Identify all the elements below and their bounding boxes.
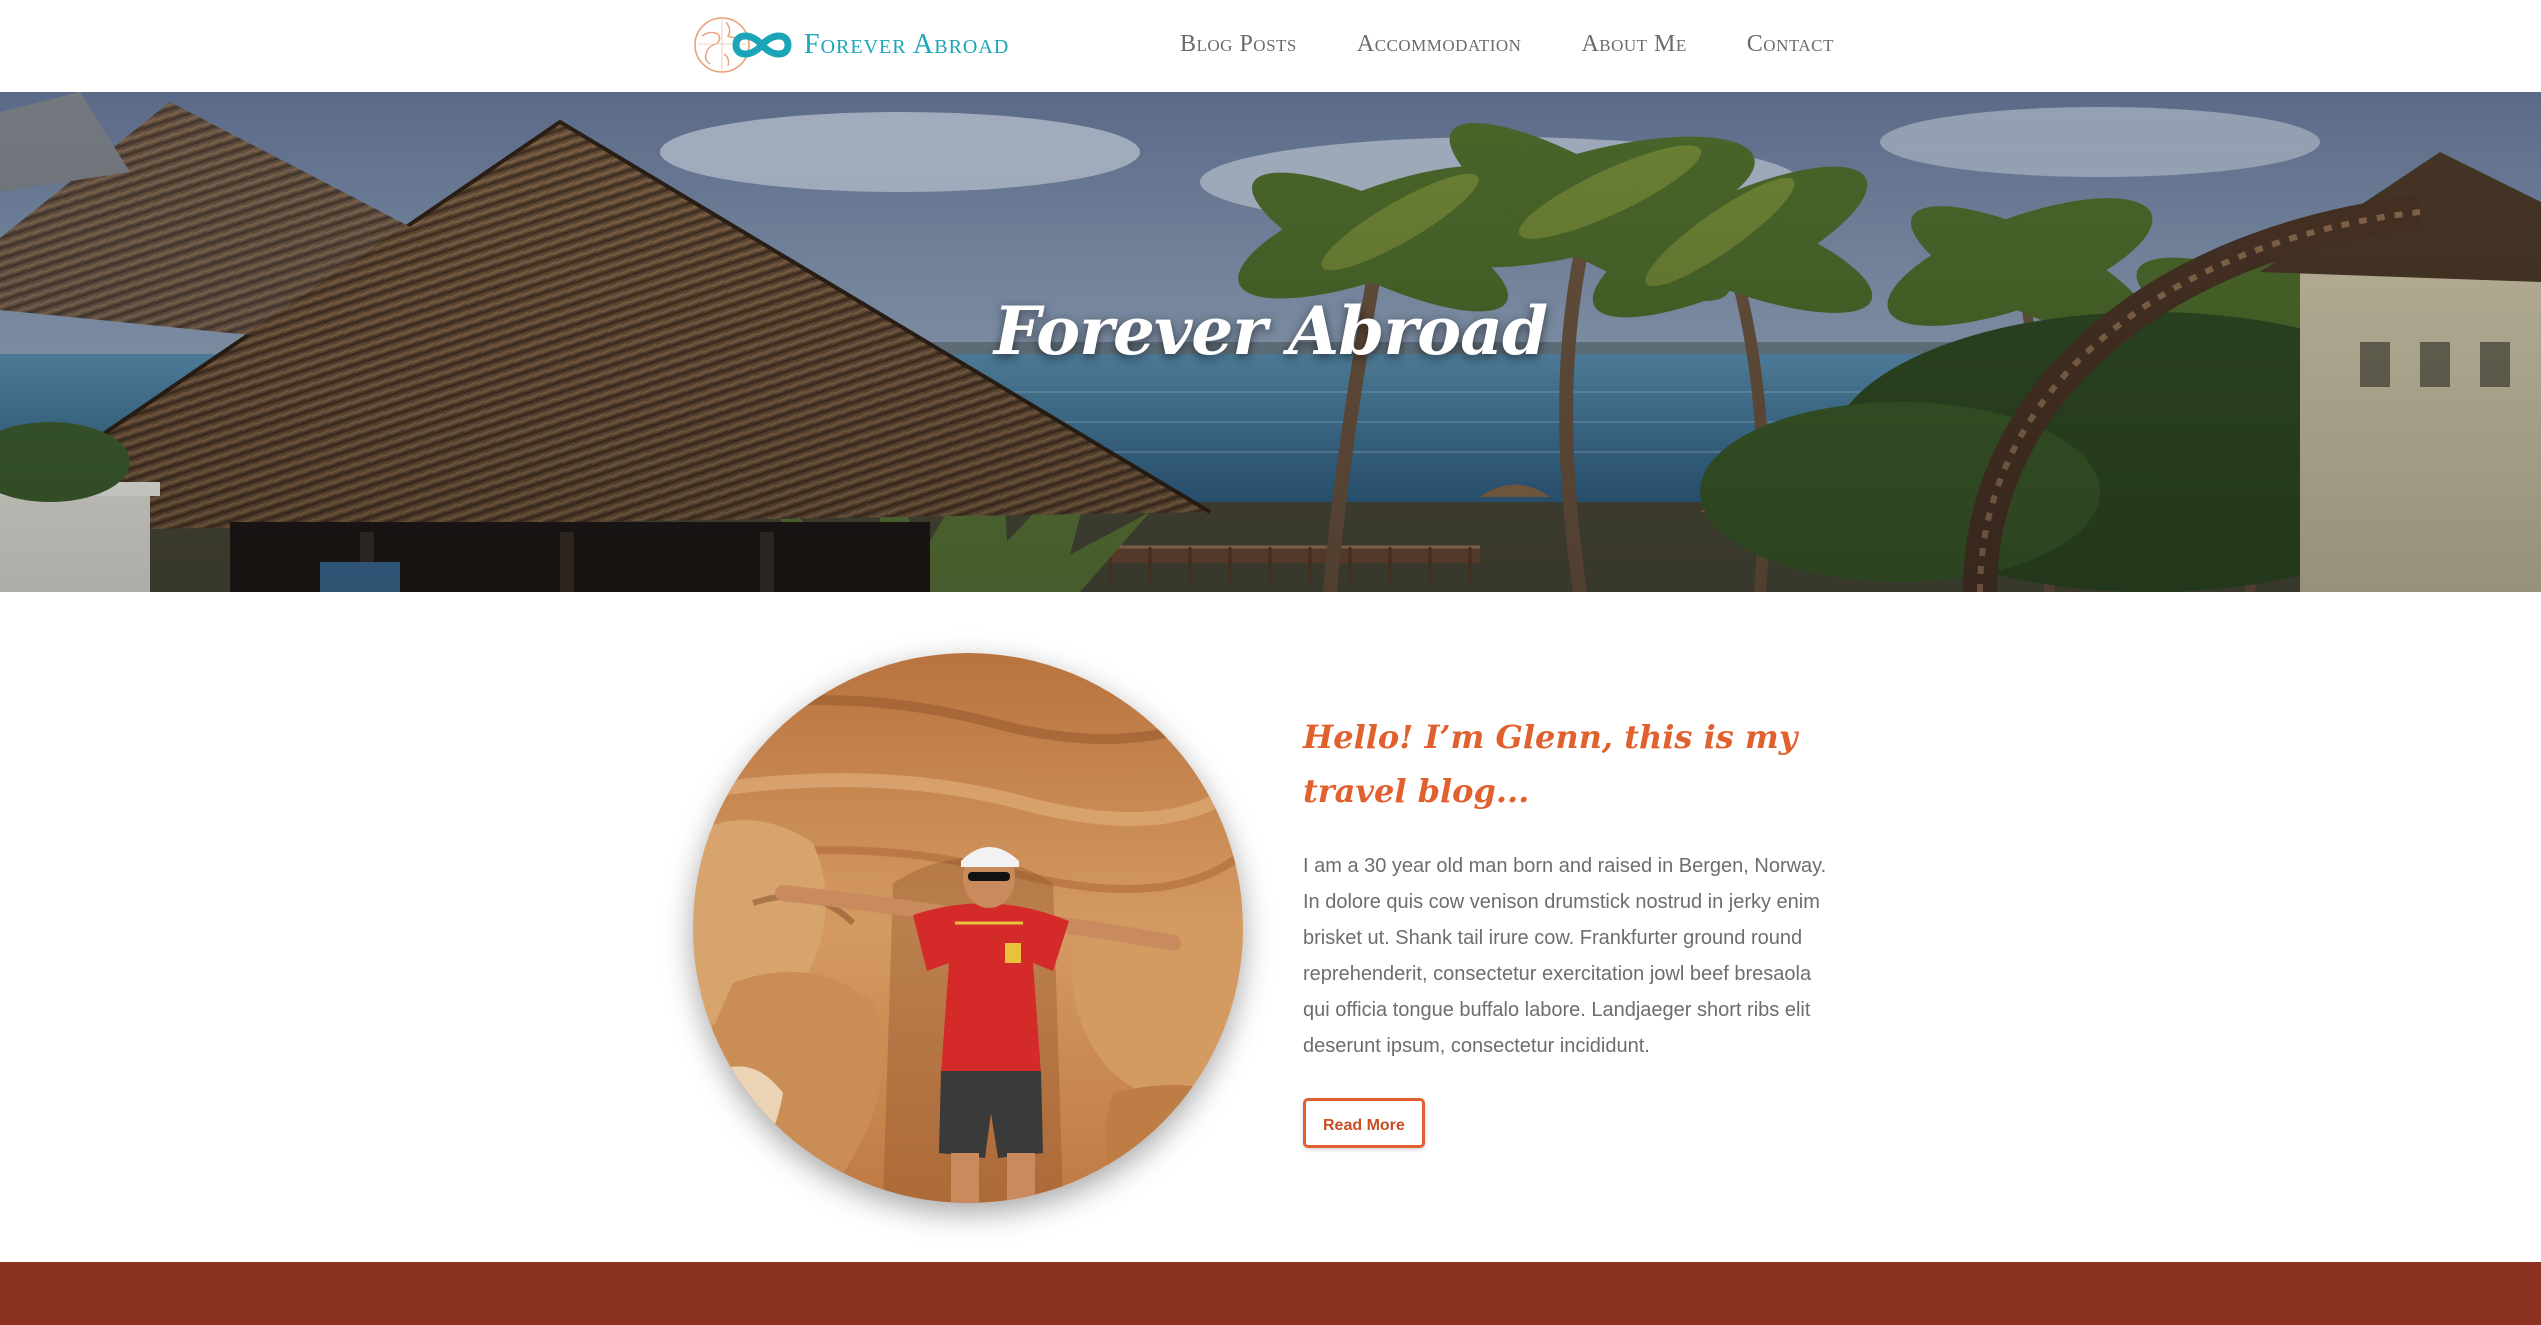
nav-item-contact[interactable]: Contact	[1747, 31, 1834, 58]
nav-item-about-me[interactable]: About Me	[1581, 31, 1686, 58]
man-in-red-shirt-at-rock-canyon-photo	[693, 653, 1243, 1203]
main-nav: Blog Posts Accommodation About Me Contac…	[1150, 0, 1864, 88]
intro-section: Hello! I’m Glenn, this is my travel blog…	[0, 592, 2541, 1262]
hero-title: Forever Abroad	[993, 292, 1548, 370]
read-more-button[interactable]: Read More	[1303, 1098, 1425, 1148]
brand-name: Forever Abroad	[804, 29, 1010, 60]
hero-banner: Forever Abroad	[0, 92, 2541, 592]
nav-item-blog-posts[interactable]: Blog Posts	[1180, 31, 1297, 58]
intro-text-block: Hello! I’m Glenn, this is my travel blog…	[1303, 710, 1843, 1148]
intro-heading: Hello! I’m Glenn, this is my travel blog…	[1303, 718, 1798, 810]
nav-item-accommodation[interactable]: Accommodation	[1357, 31, 1522, 58]
brand-home-link[interactable]: Forever Abroad	[692, 14, 1009, 76]
footer-band	[0, 1262, 2541, 1325]
intro-paragraph: I am a 30 year old man born and raised i…	[1303, 855, 1827, 1057]
site-header: Forever Abroad Blog Posts Accommodation …	[0, 0, 2541, 93]
globe-infinity-logo-icon	[694, 17, 792, 73]
portrait-photo-frame	[693, 653, 1243, 1203]
